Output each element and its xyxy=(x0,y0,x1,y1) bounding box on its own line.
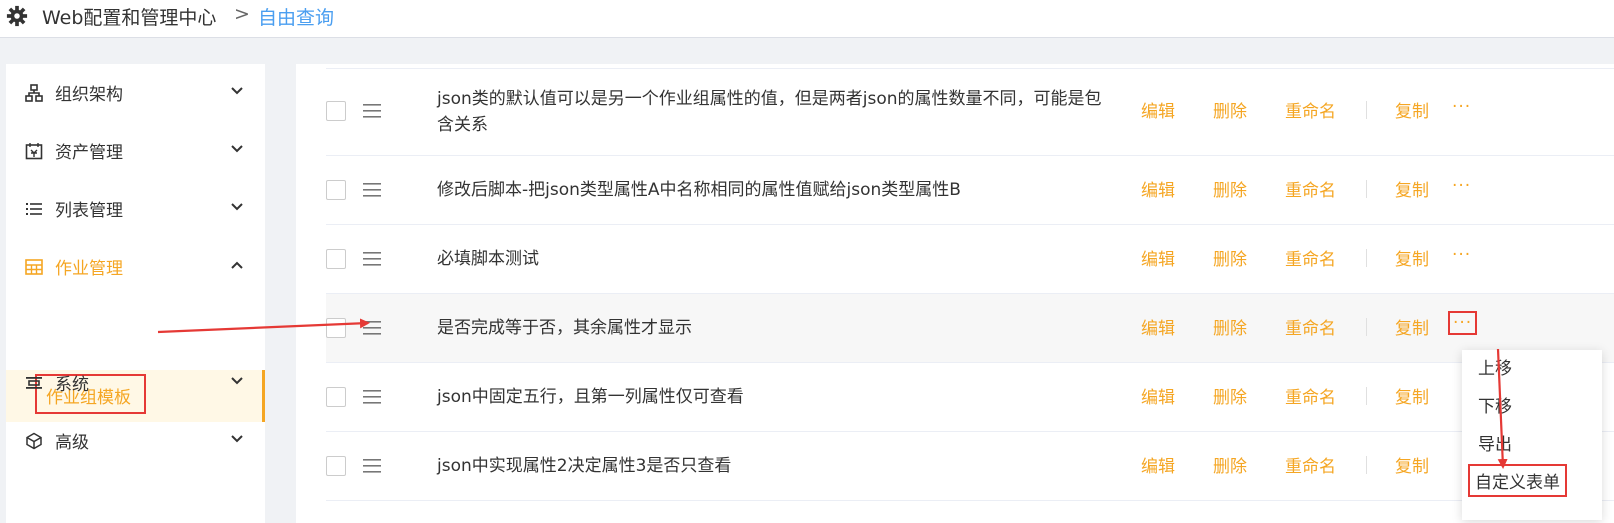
row-checkbox[interactable] xyxy=(326,180,346,200)
copy-button[interactable]: 复制 xyxy=(1395,97,1429,122)
row-title: 修改后脚本-把json类型属性A中名称相同的属性值赋给json类型属性B xyxy=(437,180,961,200)
menu-item-export[interactable]: 导出 xyxy=(1478,430,1512,455)
divider xyxy=(1366,101,1367,119)
more-button[interactable]: ··· xyxy=(1452,97,1471,117)
cube-icon xyxy=(26,432,42,450)
divider xyxy=(1366,387,1367,405)
chevron-up-icon xyxy=(231,261,243,269)
copy-button[interactable]: 复制 xyxy=(1395,383,1429,408)
menu-item-move-up[interactable]: 上移 xyxy=(1478,354,1512,379)
rename-button[interactable]: 重命名 xyxy=(1285,176,1336,201)
drag-handle-icon[interactable] xyxy=(363,390,381,404)
sidebar-item-list[interactable]: 列表管理 xyxy=(6,180,265,238)
drag-handle-icon[interactable] xyxy=(363,252,381,266)
system-icon xyxy=(26,377,42,389)
edit-button[interactable]: 编辑 xyxy=(1141,176,1175,201)
table-row: json中固定五行，且第一列属性仅可查看 编辑 删除 重命名 复制 xyxy=(326,363,1614,432)
delete-button[interactable]: 删除 xyxy=(1213,383,1247,408)
breadcrumb-link[interactable]: 自由查询 xyxy=(258,3,334,30)
sidebar-item-label: 高级 xyxy=(55,433,89,453)
menu-item-custom-form[interactable]: 自定义表单 xyxy=(1468,464,1567,497)
row-checkbox[interactable] xyxy=(326,456,346,476)
more-button[interactable]: ··· xyxy=(1452,245,1471,265)
copy-button[interactable]: 复制 xyxy=(1395,314,1429,339)
rename-button[interactable]: 重命名 xyxy=(1285,383,1336,408)
row-title: json中固定五行，且第一列属性仅可查看 xyxy=(437,387,744,407)
divider xyxy=(1366,318,1367,336)
row-checkbox[interactable] xyxy=(326,101,346,121)
delete-button[interactable]: 删除 xyxy=(1213,314,1247,339)
chevron-down-icon xyxy=(231,145,243,153)
row-title: json类的默认值可以是另一个作业组属性的值，但是两者json的属性数量不同，可… xyxy=(437,89,1102,135)
sidebar-item-label: 作业管理 xyxy=(55,259,123,279)
sidebar-item-org[interactable]: 组织架构 xyxy=(6,64,265,122)
sidebar: 组织架构 资产管理 列表管理 作业管理 作业组模板 系统 高级 xyxy=(6,64,265,523)
rename-button[interactable]: 重命名 xyxy=(1285,452,1336,477)
menu-item-move-down[interactable]: 下移 xyxy=(1478,392,1512,417)
edit-button[interactable]: 编辑 xyxy=(1141,97,1175,122)
row-checkbox[interactable] xyxy=(326,249,346,269)
sidebar-item-label: 资产管理 xyxy=(55,143,123,163)
sidebar-item-system[interactable]: 系统 xyxy=(6,354,265,412)
table-grid-icon xyxy=(25,259,43,275)
divider xyxy=(1366,180,1367,198)
rename-button[interactable]: 重命名 xyxy=(1285,97,1336,122)
drag-handle-icon[interactable] xyxy=(363,459,381,473)
more-button[interactable]: ··· xyxy=(1452,176,1471,196)
row-title: 是否完成等于否，其余属性才显示 xyxy=(437,318,692,338)
table-row: 是否完成等于否，其余属性才显示 编辑 删除 重命名 复制 ··· xyxy=(326,294,1614,363)
sidebar-item-assets[interactable]: 资产管理 xyxy=(6,122,265,180)
drag-handle-icon[interactable] xyxy=(363,321,381,335)
row-title: 必填脚本测试 xyxy=(437,249,539,269)
more-button[interactable]: ··· xyxy=(1448,311,1478,335)
divider xyxy=(1366,456,1367,474)
delete-button[interactable]: 删除 xyxy=(1213,97,1247,122)
sidebar-item-jobs[interactable]: 作业管理 xyxy=(6,238,265,296)
main-content: json类的默认值可以是另一个作业组属性的值，但是两者json的属性数量不同，可… xyxy=(296,64,1614,523)
table-row: 修改后脚本-把json类型属性A中名称相同的属性值赋给json类型属性B 编辑 … xyxy=(326,156,1614,225)
drag-handle-icon[interactable] xyxy=(363,183,381,197)
copy-button[interactable]: 复制 xyxy=(1395,452,1429,477)
delete-button[interactable]: 删除 xyxy=(1213,245,1247,270)
rename-button[interactable]: 重命名 xyxy=(1285,314,1336,339)
row-title: json中实现属性2决定属性3是否只查看 xyxy=(437,456,732,476)
delete-button[interactable]: 删除 xyxy=(1213,452,1247,477)
chevron-down-icon xyxy=(231,87,243,95)
table-row: 必填脚本测试 编辑 删除 重命名 复制 ··· xyxy=(326,225,1614,294)
org-chart-icon xyxy=(25,84,43,102)
copy-button[interactable]: 复制 xyxy=(1395,176,1429,201)
app-title: Web配置和管理中心 xyxy=(42,7,217,29)
copy-button[interactable]: 复制 xyxy=(1395,245,1429,270)
table-row: json中实现属性2决定属性3是否只查看 编辑 删除 重命名 复制 xyxy=(326,432,1614,501)
edit-button[interactable]: 编辑 xyxy=(1141,383,1175,408)
breadcrumb-separator: > xyxy=(234,3,250,25)
chevron-down-icon xyxy=(231,377,243,385)
chevron-down-icon xyxy=(231,203,243,211)
rename-button[interactable]: 重命名 xyxy=(1285,245,1336,270)
divider xyxy=(1366,249,1367,267)
chevron-down-icon xyxy=(231,435,243,443)
sidebar-item-advanced[interactable]: 高级 xyxy=(6,412,265,470)
top-bar: Web配置和管理中心 > 自由查询 xyxy=(0,0,1614,38)
sidebar-item-label: 系统 xyxy=(55,375,89,395)
drag-handle-icon[interactable] xyxy=(363,104,381,118)
edit-button[interactable]: 编辑 xyxy=(1141,314,1175,339)
list-icon xyxy=(26,203,42,215)
delete-button[interactable]: 删除 xyxy=(1213,176,1247,201)
edit-button[interactable]: 编辑 xyxy=(1141,452,1175,477)
row-checkbox[interactable] xyxy=(326,387,346,407)
table-row: json类的默认值可以是另一个作业组属性的值，但是两者json的属性数量不同，可… xyxy=(326,69,1614,156)
sidebar-item-label: 列表管理 xyxy=(55,201,123,221)
row-checkbox[interactable] xyxy=(326,318,346,338)
sidebar-item-label: 组织架构 xyxy=(55,85,123,105)
asset-icon xyxy=(25,143,43,160)
gear-icon xyxy=(6,5,28,27)
more-actions-dropdown: 上移 下移 导出 自定义表单 xyxy=(1462,350,1602,520)
edit-button[interactable]: 编辑 xyxy=(1141,245,1175,270)
